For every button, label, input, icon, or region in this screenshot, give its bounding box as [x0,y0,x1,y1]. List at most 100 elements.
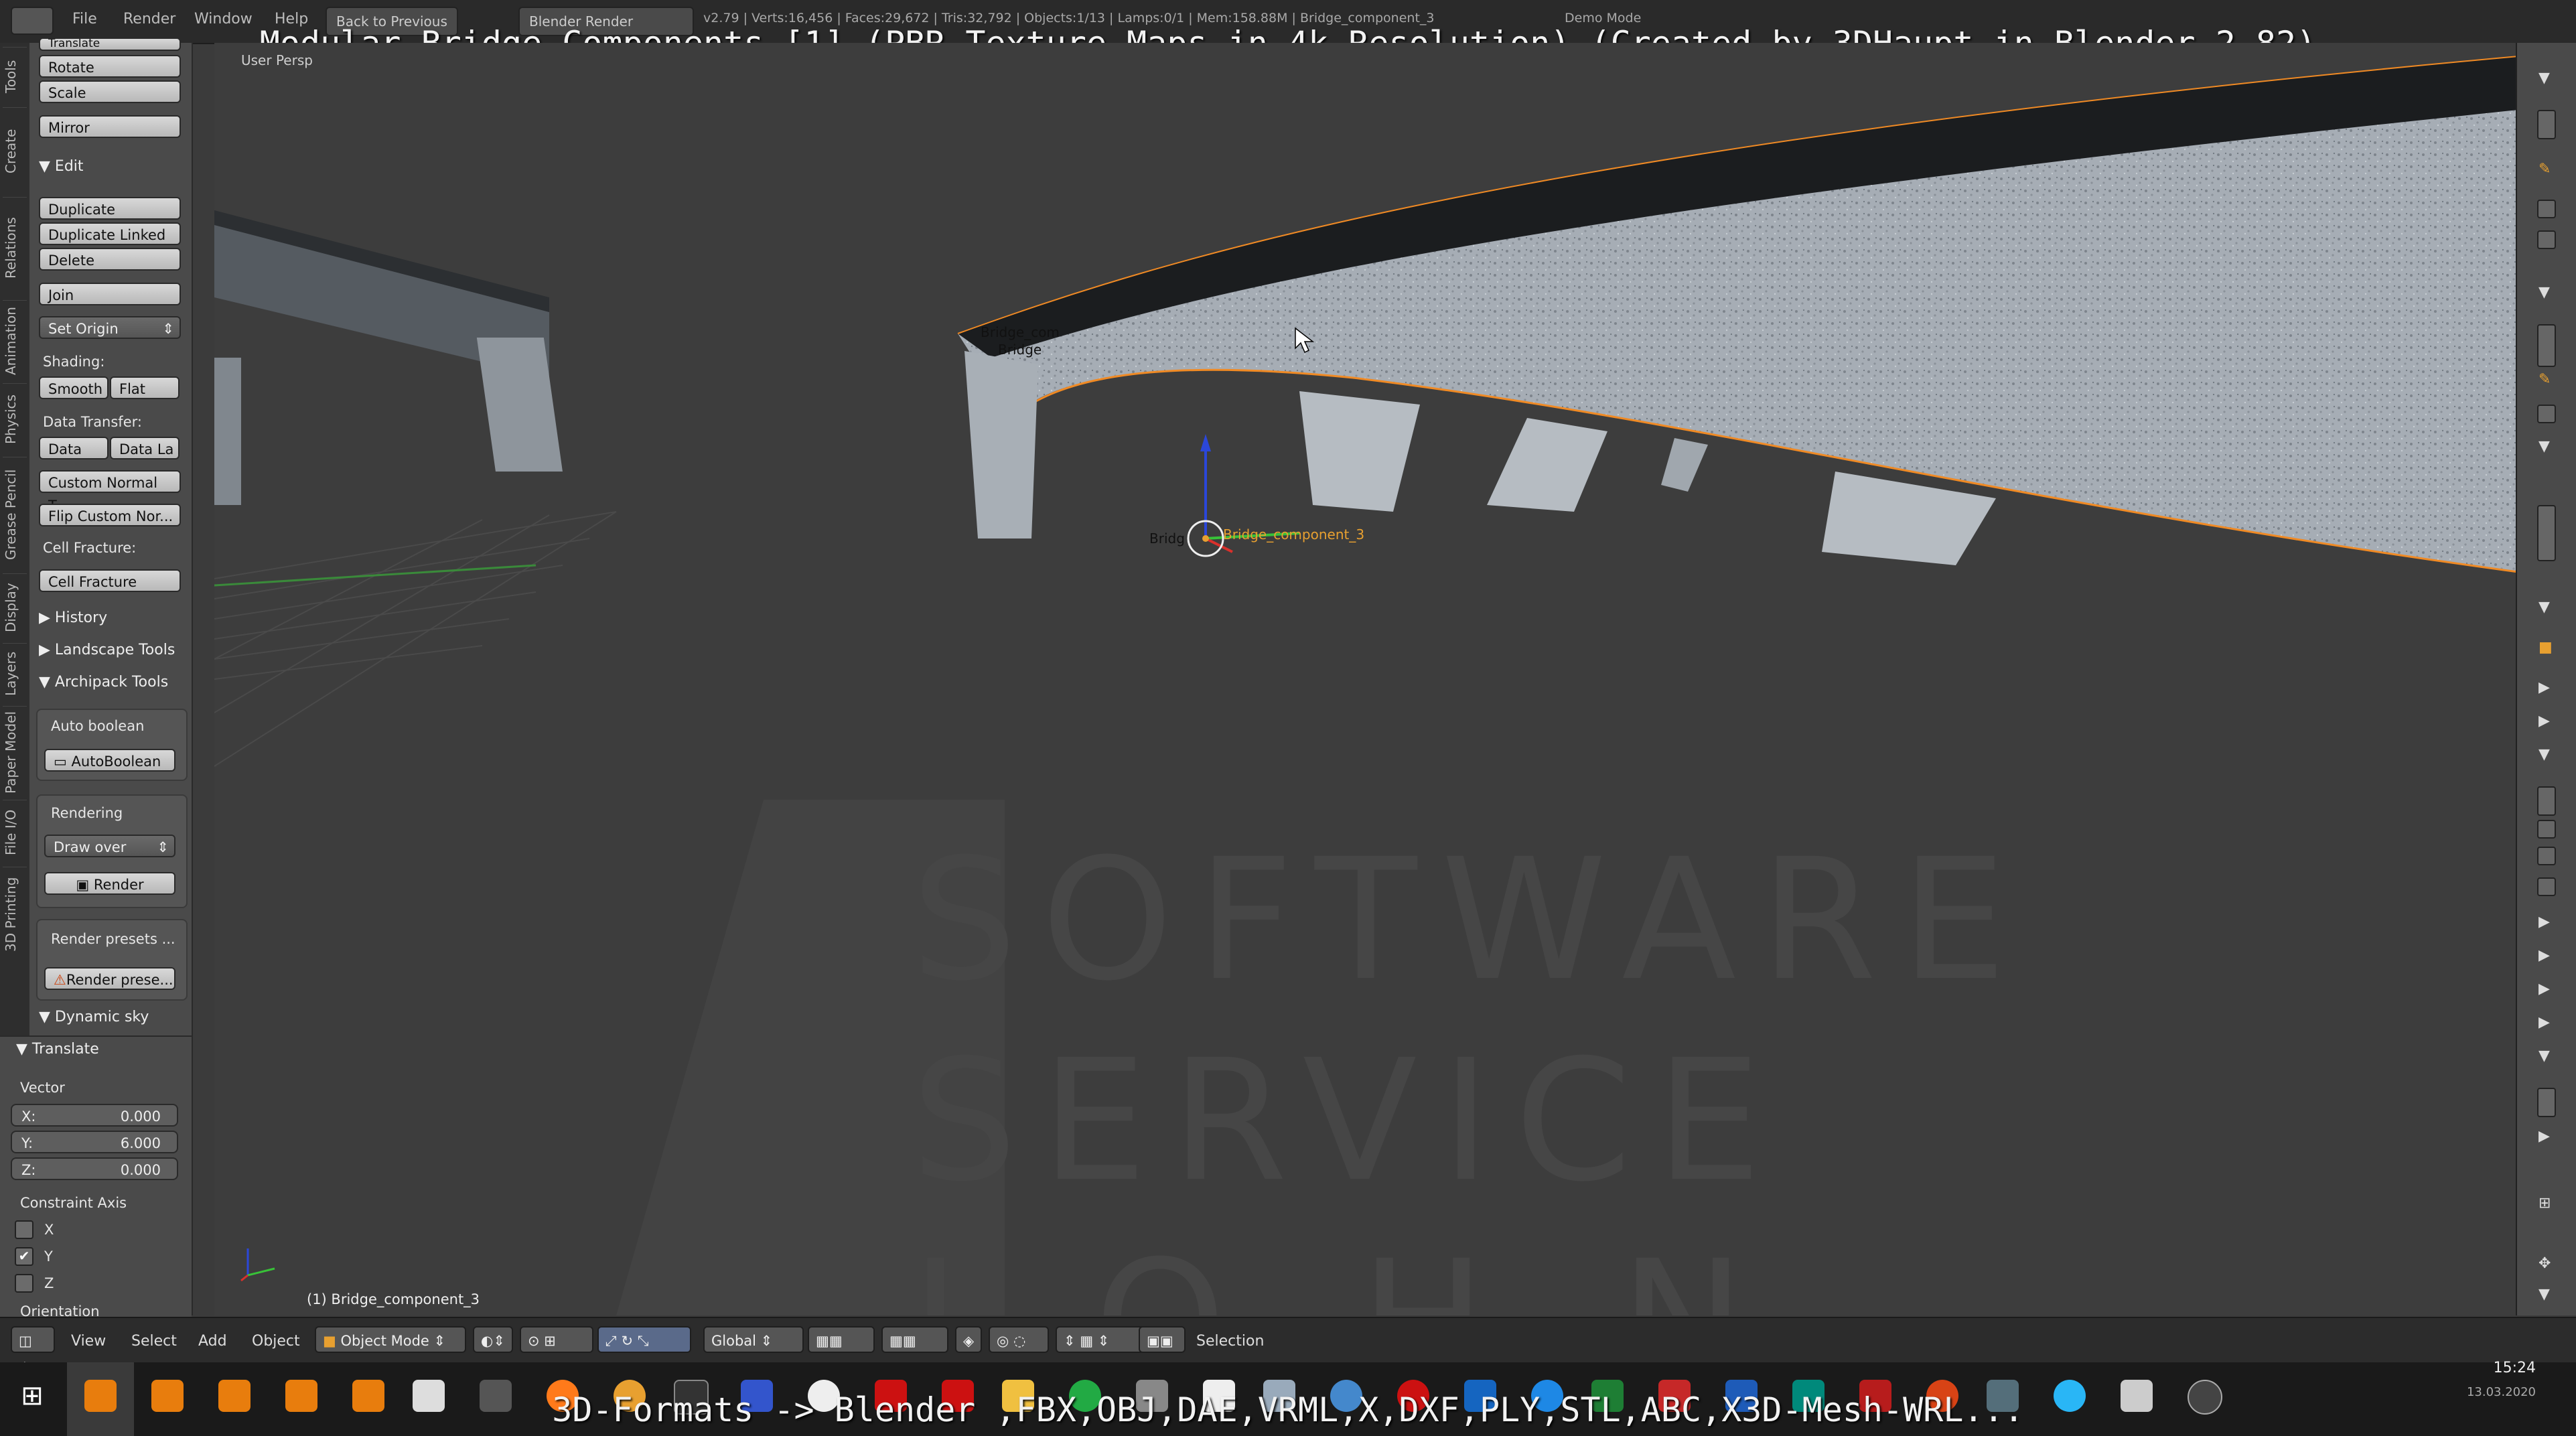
tab-physics[interactable]: Physics [3,383,27,455]
delete-button[interactable]: Delete [39,248,181,271]
node-icon[interactable]: ⊞ [2538,1195,2551,1212]
auto-boolean-button[interactable]: ▭ AutoBoolean [44,749,175,772]
tab-3d-printing[interactable]: 3D Printing [3,867,27,961]
custom-normal-button[interactable]: Custom Normal T... [39,470,181,514]
toggle-button[interactable] [2537,505,2556,561]
render-button[interactable]: ▣ Render [44,872,175,895]
shade-smooth-button[interactable]: Smooth [39,376,109,399]
brush-icon[interactable]: ✎ [2538,371,2551,388]
menu-view[interactable]: View [71,1333,106,1350]
arrow-down-icon[interactable]: ▼ [2538,438,2550,455]
collapse-down-icon: ▼ [39,674,55,691]
arrow-down-icon[interactable]: ▼ [2538,284,2550,301]
brush-icon[interactable]: ✎ [2538,161,2551,177]
toggle-button[interactable] [2537,847,2556,865]
tab-layers[interactable]: Layers [3,643,27,704]
layer-buttons-1[interactable]: ▦▦ [808,1326,875,1353]
edit-panel-header[interactable]: ▼ Edit [39,158,84,175]
arrow-right-icon[interactable]: ▶ [2538,679,2550,696]
toggle-button[interactable] [2537,230,2556,249]
duplicate-button[interactable]: Duplicate [39,197,181,220]
data-transfer-button[interactable]: Data [39,437,109,459]
toggle-button[interactable] [2537,786,2556,816]
scale-button[interactable]: Scale [39,80,181,103]
dynamic-sky-header[interactable]: ▼ Dynamic sky [39,1009,149,1025]
arrow-down-icon[interactable]: ▼ [2538,746,2550,763]
archipack-tools-header[interactable]: ▼ Archipack Tools [39,674,168,691]
warning-icon: ⚠ [54,972,66,988]
object-label-origin: Bridg [1149,530,1185,547]
tab-grease-pencil[interactable]: Grease Pencil [3,457,27,571]
arrow-down-icon[interactable]: ▼ [2538,70,2550,86]
orientation-select[interactable]: Global ⇕ [703,1326,804,1353]
tab-animation[interactable]: Animation [3,300,27,381]
vector-y-field[interactable]: Y: 6.000 [11,1131,178,1153]
layer-buttons-2[interactable]: ▦▦ [881,1326,948,1353]
select-arrows-icon: ⇕ [157,839,169,855]
bridge-component-3[interactable] [957,56,2516,573]
arrow-down-icon[interactable]: ▼ [2538,599,2550,616]
vector-z-field[interactable]: Z: 0.000 [11,1157,178,1180]
set-origin-select[interactable]: Set Origin ⇕ [39,316,181,339]
lock-layers-button[interactable]: ◈ [955,1326,982,1353]
tab-relations[interactable]: Relations [3,197,27,298]
mode-select[interactable]: ■ Object Mode ⇕ [315,1326,466,1353]
toggle-button[interactable] [2537,324,2556,367]
toggle-button[interactable] [2537,110,2556,139]
toggle-button[interactable] [2537,405,2556,423]
object-icon[interactable]: ■ [2538,639,2553,656]
join-button[interactable]: Join [39,283,181,305]
arrow-right-icon[interactable]: ▶ [2538,713,2550,729]
pivot-point-select[interactable]: ⊙ ⊞ [520,1326,593,1353]
taskbar-clock[interactable]: 15:24 [2402,1360,2536,1376]
rotate-button[interactable]: Rotate [39,55,181,78]
bridge-piece-left[interactable] [214,210,563,505]
flip-custom-normals-button[interactable]: Flip Custom Nor... [39,504,181,526]
menu-add[interactable]: Add [198,1333,227,1350]
toggle-button[interactable] [2537,200,2556,218]
tab-file-io[interactable]: File I/O [3,800,27,865]
toggle-button[interactable] [2537,1088,2556,1117]
arrow-right-icon[interactable]: ▶ [2538,1128,2550,1145]
proportional-edit-button[interactable]: ◎ ◌ [989,1326,1049,1353]
x-label: X: [21,1108,36,1125]
data-layout-button[interactable]: Data La [110,437,180,459]
arrow-right-icon[interactable]: ▶ [2538,981,2550,997]
history-panel-header[interactable]: ▶ History [39,609,107,626]
menu-select[interactable]: Select [131,1333,177,1350]
toggle-button[interactable] [2537,820,2556,839]
arrow-down-icon[interactable]: ▼ [2538,1048,2550,1064]
tab-tools[interactable]: Tools [3,47,27,105]
translate-button[interactable]: Translate [39,38,181,51]
viewport-shading-select[interactable]: ◐⇕ [473,1326,513,1353]
tab-paper-model[interactable]: Paper Model [3,706,27,798]
menu-object[interactable]: Object [252,1333,300,1350]
render-presets-button[interactable]: ⚠Render prese... [44,967,175,990]
tab-display[interactable]: Display [3,573,27,641]
collapse-down-icon: ▼ [39,158,55,175]
constraint-x-checkbox[interactable] [15,1220,33,1239]
draw-over-select[interactable]: Draw over ⇕ [44,835,175,857]
viewport-header: ◫ ⇕ View Select Add Object ■ Object Mode… [0,1317,2576,1376]
landscape-tools-header[interactable]: ▶ Landscape Tools [39,642,175,658]
vector-x-field[interactable]: X: 0.000 [11,1104,178,1127]
arrow-down-icon[interactable]: ▼ [2538,1286,2550,1303]
move-icon[interactable]: ✥ [2538,1255,2551,1272]
translate-operator-header[interactable]: ▼ Translate [16,1041,99,1058]
cell-fracture-button[interactable]: Cell Fracture [39,569,181,592]
constraint-y-checkbox[interactable]: ✔ [15,1247,33,1266]
snap-buttons[interactable]: ⇕ ▦ ⇕ [1056,1326,1149,1353]
render-buttons[interactable]: ▣▣ [1139,1326,1186,1353]
toggle-button[interactable] [2537,877,2556,896]
arrow-right-icon[interactable]: ▶ [2538,1014,2550,1031]
arrow-right-icon[interactable]: ▶ [2538,914,2550,930]
mirror-button[interactable]: Mirror [39,115,181,138]
editor-type-button[interactable]: ◫ ⇕ [11,1326,55,1376]
arrow-right-icon[interactable]: ▶ [2538,947,2550,964]
constraint-z-checkbox[interactable] [15,1274,33,1293]
manipulator-buttons[interactable]: ⤢ ↻ ⤡ [597,1326,691,1353]
duplicate-linked-button[interactable]: Duplicate Linked [39,222,181,245]
tab-create[interactable]: Create [3,107,27,195]
3d-viewport[interactable]: SOFTWARE SERVICE JOHN User Persp Bridge_… [214,43,2516,1315]
shade-flat-button[interactable]: Flat [110,376,180,399]
